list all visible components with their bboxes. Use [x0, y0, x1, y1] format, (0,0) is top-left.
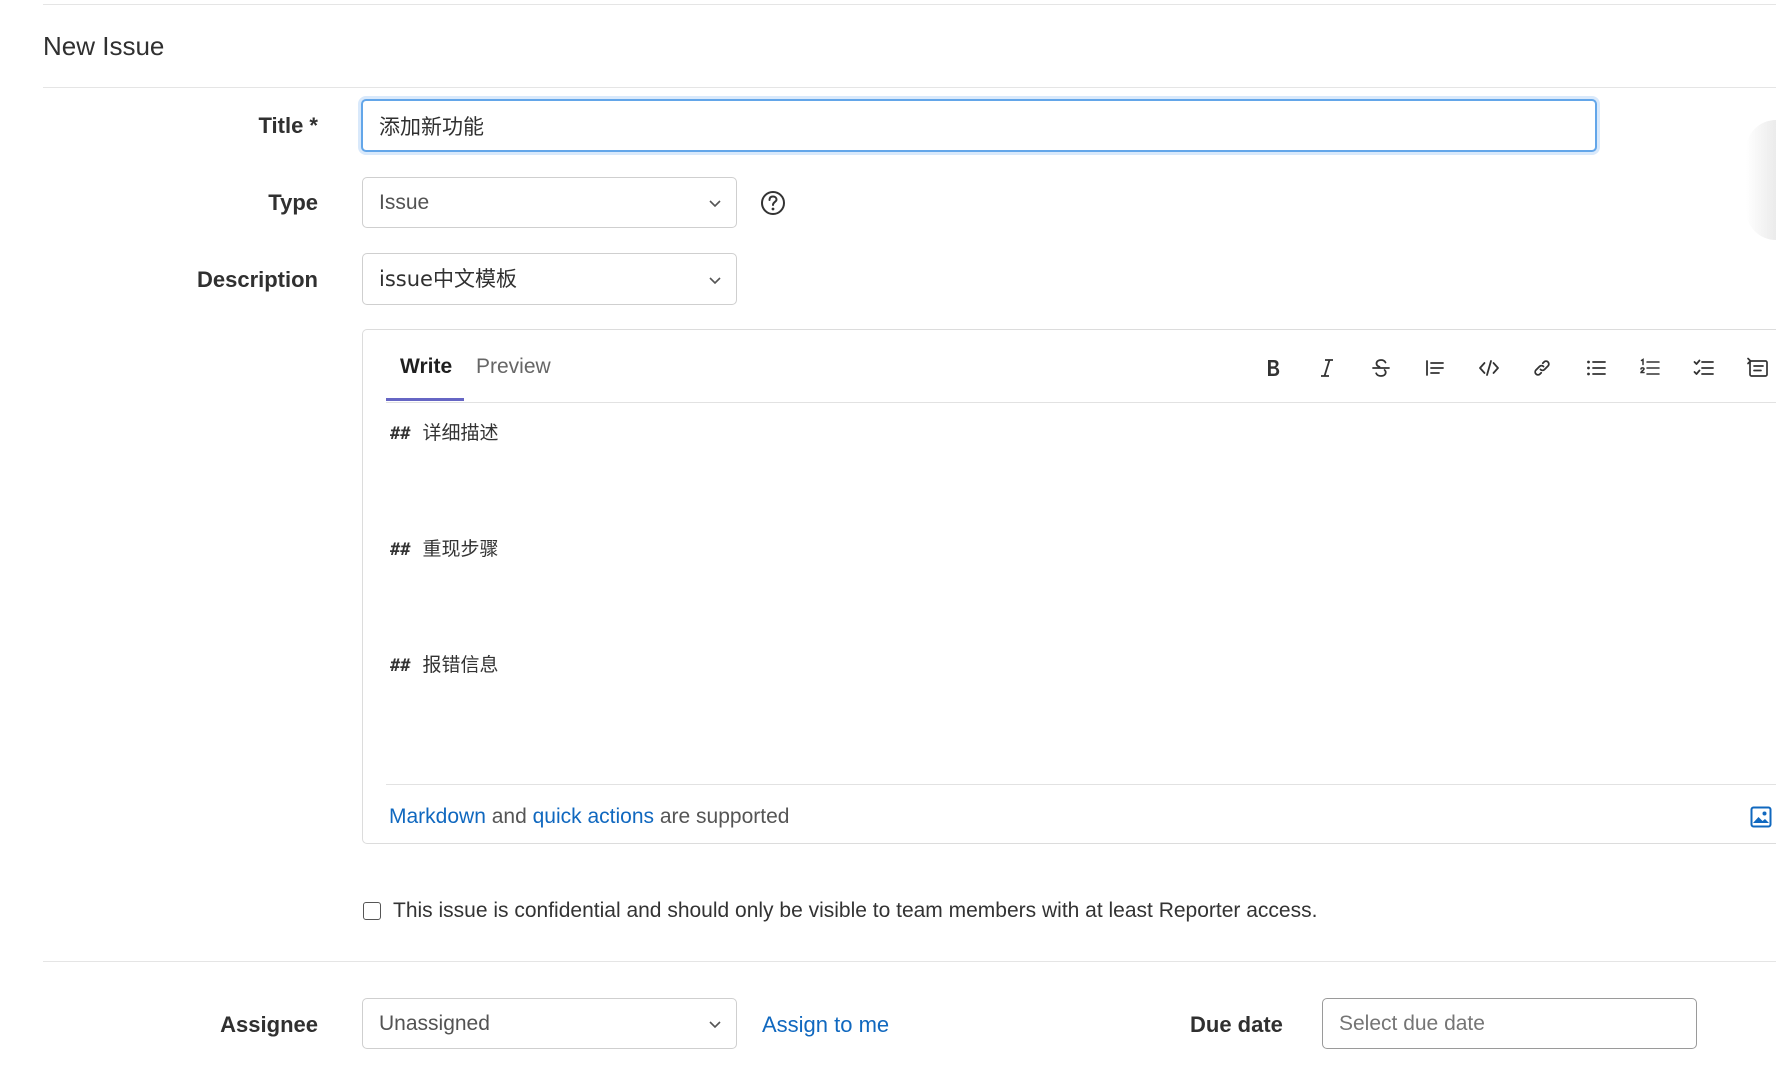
chevron-down-icon	[709, 200, 721, 208]
active-tab-indicator	[386, 398, 464, 401]
link-icon[interactable]	[1524, 350, 1560, 386]
description-label: Description	[196, 267, 318, 292]
bullet-list-icon[interactable]	[1578, 350, 1614, 386]
attach-image-icon[interactable]	[1750, 806, 1772, 828]
type-select[interactable]: Issue	[362, 177, 737, 228]
numbered-list-icon[interactable]	[1632, 350, 1668, 386]
strikethrough-icon[interactable]	[1363, 350, 1399, 386]
tab-write[interactable]: Write	[400, 352, 452, 382]
editor-line[interactable]: ## 详细描述	[390, 418, 499, 445]
quote-icon[interactable]	[1417, 350, 1453, 386]
assignee-select-value: Unassigned	[379, 1012, 490, 1035]
top-divider	[43, 4, 1776, 5]
italic-icon[interactable]	[1309, 350, 1345, 386]
bold-icon[interactable]	[1255, 350, 1291, 386]
markdown-editor	[362, 329, 1776, 844]
type-select-value: Issue	[379, 191, 430, 214]
editor-footer-divider	[386, 784, 1776, 785]
header-divider	[43, 87, 1776, 88]
description-template-select[interactable]: issue中文模板	[362, 253, 737, 305]
chevron-down-icon	[709, 277, 721, 285]
page-title: New Issue	[43, 31, 165, 61]
due-date-input[interactable]	[1322, 998, 1697, 1049]
code-icon[interactable]	[1471, 350, 1507, 386]
markdown-link[interactable]: Markdown	[389, 805, 486, 828]
collapsible-icon[interactable]	[1740, 350, 1776, 386]
task-list-icon[interactable]	[1686, 350, 1722, 386]
chevron-down-icon	[709, 1021, 721, 1029]
confidential-checkbox[interactable]	[363, 902, 381, 920]
editor-footer-text: Markdown and quick actions are supported	[389, 805, 790, 828]
assignee-label: Assignee	[220, 1012, 318, 1037]
editor-toolbar-divider	[386, 402, 1776, 403]
editor-line[interactable]: ## 报错信息	[390, 650, 499, 677]
scroll-shadow	[1746, 120, 1776, 240]
description-template-value: issue中文模板	[379, 267, 517, 291]
assign-to-me-link[interactable]: Assign to me	[762, 1010, 889, 1040]
due-date-label: Due date	[1190, 1012, 1283, 1037]
tab-preview[interactable]: Preview	[476, 352, 551, 382]
quick-actions-link[interactable]: quick actions	[533, 805, 654, 828]
title-input[interactable]	[361, 99, 1597, 152]
help-icon[interactable]	[760, 190, 786, 216]
confidential-label: This issue is confidential and should on…	[393, 899, 1318, 922]
title-label: Title *	[258, 113, 318, 138]
assignee-select[interactable]: Unassigned	[362, 998, 737, 1049]
editor-line[interactable]: ## 重现步骤	[390, 534, 499, 561]
type-label: Type	[268, 190, 318, 215]
section-divider	[43, 961, 1776, 962]
